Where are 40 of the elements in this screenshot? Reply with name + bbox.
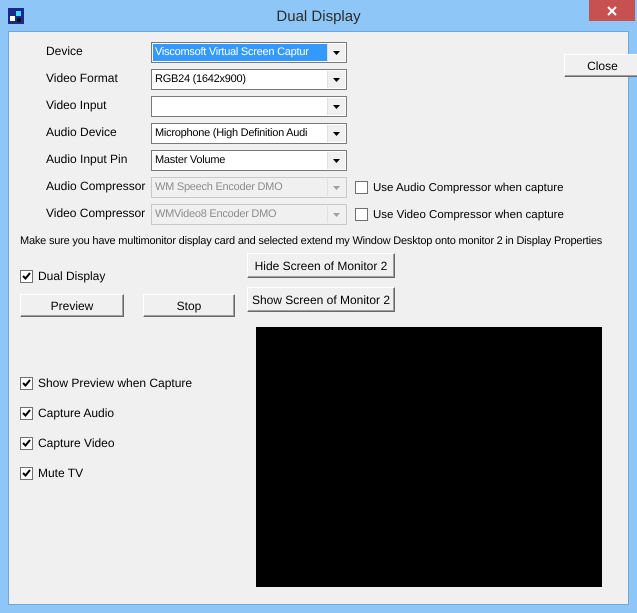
caret-icon bbox=[333, 132, 340, 136]
checkbox-label: Dual Display bbox=[38, 269, 106, 283]
checkbox[interactable] bbox=[20, 406, 33, 420]
checkbox[interactable] bbox=[20, 436, 33, 450]
field-label: Audio Device bbox=[46, 124, 118, 139]
field-label: Audio Input Pin bbox=[46, 151, 128, 166]
preview-button[interactable]: Preview bbox=[20, 294, 124, 317]
checkbox[interactable] bbox=[20, 376, 33, 390]
caret-icon bbox=[333, 186, 340, 190]
close-button[interactable] bbox=[589, 0, 635, 21]
dropdown[interactable]: Microphone (High Definition Audi bbox=[151, 123, 347, 144]
field-label: Video Format bbox=[46, 70, 119, 85]
instruction-text: Make sure you have multimonitor display card and selected extend my Window Desktop onto monitor 2 in Display Properties bbox=[20, 234, 602, 248]
window-title: Dual Display bbox=[275, 7, 362, 25]
checkbox-label: Capture Video bbox=[38, 436, 114, 450]
dropdown[interactable]: Master Volume bbox=[151, 150, 347, 171]
checkbox-label: Capture Audio bbox=[38, 406, 114, 420]
hide-screen-button[interactable]: Hide Screen of Monitor 2 bbox=[247, 253, 395, 278]
caret-icon bbox=[333, 50, 340, 54]
close-icon bbox=[607, 6, 617, 16]
dropdown[interactable] bbox=[151, 96, 347, 117]
caret-icon bbox=[333, 104, 340, 108]
field-label: Video Input bbox=[46, 97, 108, 112]
stop-button[interactable]: Stop bbox=[143, 294, 235, 317]
checkbox-label: Use Video Compressor when capture bbox=[373, 208, 564, 220]
checkbox[interactable] bbox=[20, 466, 33, 480]
field-label: Audio Compressor bbox=[46, 178, 146, 193]
checkbox-label: Use Audio Compressor when capture bbox=[373, 182, 564, 194]
checkbox-label: Show Preview when Capture bbox=[38, 376, 192, 390]
field-label: Device bbox=[46, 43, 84, 58]
caret-icon bbox=[333, 212, 340, 216]
caret-icon bbox=[333, 158, 340, 162]
show-screen-button[interactable]: Show Screen of Monitor 2 bbox=[247, 287, 395, 312]
dropdown[interactable]: RGB24 (1642x900) bbox=[151, 69, 347, 90]
checkbox-label: Mute TV bbox=[38, 466, 84, 480]
app-icon bbox=[8, 8, 24, 24]
checkbox[interactable] bbox=[20, 270, 33, 282]
caret-icon bbox=[333, 78, 340, 82]
close-dialog-button[interactable]: Close bbox=[564, 54, 637, 77]
field-label: Video Compressor bbox=[46, 205, 146, 220]
